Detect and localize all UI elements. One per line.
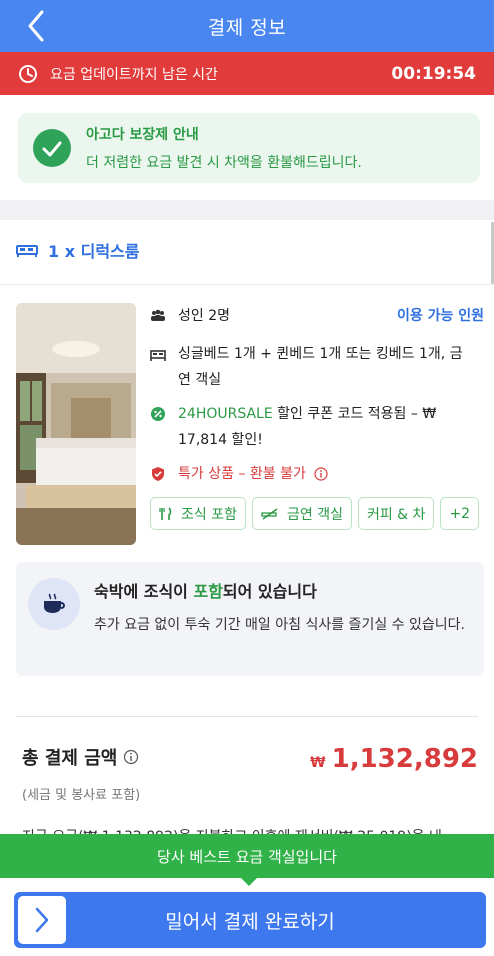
best-rate-text: 당사 베스트 요금 객실입니다: [157, 847, 337, 866]
chip-label: 금연 객실: [286, 506, 343, 523]
discount-tag-icon: [151, 407, 165, 421]
breakfast-description: 추가 요금 없이 투숙 기간 매일 아침 식사를 즐기실 수 있습니다.: [94, 617, 465, 633]
tax-note: (세금 및 봉사료 포함): [22, 788, 141, 803]
info-icon[interactable]: [123, 749, 139, 765]
room-photo[interactable]: [16, 303, 136, 545]
breakfast-title: 숙박에 조식이 포함되어 있습니다: [94, 578, 465, 602]
breakfast-title-pre: 숙박에 조식이: [94, 582, 194, 601]
section-gap: [0, 200, 494, 220]
room-type-label: 1 x 디럭스룸: [48, 242, 140, 261]
refund-policy-text: 특가 상품 – 환불 불가: [178, 466, 306, 482]
back-arrow-icon[interactable]: [22, 8, 52, 44]
chevron-right-icon: [35, 907, 49, 933]
shield-icon: [152, 467, 164, 481]
no-smoking-icon: [261, 507, 278, 520]
breakfast-notice: 숙박에 조식이 포함되어 있습니다 추가 요금 없이 투숙 기간 매일 아침 식…: [16, 562, 484, 676]
amenity-chips: 조식 포함 금연 객실 커피 & 차 +2: [150, 497, 484, 530]
bed-config-row: 싱글베드 1개 + 퀸베드 1개 또는 킹베드 1개, 금 연 객실: [150, 341, 484, 393]
guarantee-description: 더 저렴한 요금 발견 시 차액을 환불해드립니다.: [86, 155, 362, 171]
divider: [0, 284, 494, 285]
bed-config-line2: 연 객실: [178, 372, 222, 388]
total-label: 총 결제 금액: [22, 748, 118, 769]
total-section: 총 결제 금액 (세금 및 봉사료 포함): [22, 744, 140, 803]
shield-check-icon: [33, 129, 71, 167]
breakfast-title-highlight: 포함: [193, 582, 223, 601]
banner-notch: [241, 878, 257, 886]
bed-icon: [16, 245, 38, 257]
clock-icon: [19, 64, 37, 83]
chip-breakfast[interactable]: 조식 포함: [150, 497, 246, 530]
chip-label: 커피 & 차: [366, 506, 426, 523]
info-icon[interactable]: [314, 467, 328, 481]
occupancy-row: 성인 2명 이용 가능 인원: [150, 303, 484, 329]
rate-timer-bar: 요금 업데이트까지 남은 시간 00:19:54: [0, 52, 494, 95]
room-info: 성인 2명 이용 가능 인원 싱글베드 1개 + 퀸베드 1개 또는 킹베드 1…: [150, 303, 484, 530]
timer-countdown: 00:19:54: [391, 63, 476, 84]
guarantee-title: 아고다 보장제 안내: [86, 127, 199, 143]
bed-config-line1: 싱글베드 1개 + 퀸베드 1개 또는 킹베드 1개, 금: [178, 346, 463, 362]
timer-label: 요금 업데이트까지 남은 시간: [50, 66, 218, 83]
payment-note-cutoff: 지금 요금(₩ 1,132,892)을 지불하고 이후에 재서비(₩ 25,01…: [22, 824, 482, 834]
occupancy-text: 성인 2명: [178, 308, 230, 324]
availability-link[interactable]: 이용 가능 인원: [397, 303, 484, 329]
room-photo-image: [16, 303, 136, 545]
chip-label: +2: [449, 505, 471, 522]
room-type-heading: 1 x 디럭스룸: [16, 238, 139, 262]
price-guarantee-banner[interactable]: 아고다 보장제 안내 더 저렴한 요금 발견 시 차액을 환불해드립니다.: [18, 113, 480, 183]
slide-handle[interactable]: [18, 896, 66, 944]
slide-to-pay-button[interactable]: 밀어서 결제 완료하기: [14, 892, 486, 948]
refund-policy-row: 특가 상품 – 환불 불가: [150, 461, 484, 487]
total-amount: 1,132,892: [331, 744, 478, 774]
chip-label: 조식 포함: [181, 506, 237, 523]
total-price: ₩ 1,132,892: [310, 744, 478, 774]
divider: [16, 716, 478, 717]
chip-non-smoking[interactable]: 금연 객실: [251, 497, 352, 530]
chip-more[interactable]: +2: [440, 497, 480, 530]
coupon-code: 24HOURSALE: [178, 406, 273, 422]
people-icon: [151, 309, 165, 321]
coupon-row: 24HOURSALE 할인 쿠폰 코드 적용됨 – ₩ 17,814 할인!: [150, 401, 484, 453]
page-title: 결제 정보: [207, 16, 287, 39]
cutlery-icon: [159, 506, 172, 520]
chip-coffee-tea[interactable]: 커피 & 차: [357, 497, 435, 530]
bed-icon: [150, 350, 166, 361]
app-header: 결제 정보: [0, 0, 494, 52]
coffee-cup-icon: [28, 578, 80, 630]
coupon-discount: 17,814 할인!: [178, 432, 263, 448]
coupon-suffix: 할인 쿠폰 코드 적용됨 – ₩: [272, 406, 437, 422]
breakfast-title-post: 되어 있습니다: [222, 582, 317, 601]
currency-symbol: ₩: [310, 755, 326, 771]
slide-to-pay-label: 밀어서 결제 완료하기: [165, 910, 335, 933]
best-rate-banner: 당사 베스트 요금 객실입니다: [0, 834, 494, 886]
